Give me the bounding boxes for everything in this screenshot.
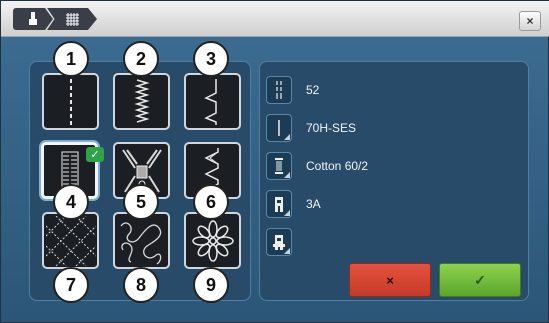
needle-value: 70H-SES bbox=[306, 121, 357, 135]
stitch-number-2: 2 bbox=[123, 41, 159, 77]
thread-value: Cotton 60/2 bbox=[306, 159, 369, 173]
info-row-thread: Cotton 60/2 bbox=[266, 152, 368, 180]
stitch-tile-9[interactable] bbox=[184, 212, 241, 269]
close-button[interactable]: × bbox=[519, 11, 541, 31]
needle-icon[interactable] bbox=[266, 114, 292, 142]
stitch-number-4: 4 bbox=[53, 184, 89, 220]
dialog-window: × ✓ 1 2 3 4 5 6 7 8 9 52 70H-SES Cotton … bbox=[0, 0, 549, 323]
stitch-tile-7[interactable] bbox=[42, 212, 99, 269]
stitch-number-8: 8 bbox=[123, 267, 159, 303]
stitch-number-6: 6 bbox=[193, 184, 229, 220]
blind-stitch-icon bbox=[203, 78, 217, 125]
stitch-tile-1[interactable] bbox=[42, 73, 99, 130]
info-row-presser-foot: 3A bbox=[266, 190, 321, 218]
stipple-icon bbox=[119, 221, 161, 265]
thread-spool-icon[interactable] bbox=[266, 152, 292, 180]
stitch-number-9: 9 bbox=[193, 267, 229, 303]
confirm-button[interactable]: ✓ bbox=[439, 263, 521, 297]
stitch-number-5: 5 bbox=[123, 184, 159, 220]
zigzag-stitch-icon bbox=[133, 78, 150, 123]
presser-foot-icon[interactable] bbox=[266, 190, 292, 218]
breadcrumb-grid[interactable] bbox=[47, 8, 97, 30]
straight-stitch-icon bbox=[69, 78, 72, 125]
selected-check-icon: ✓ bbox=[86, 147, 104, 162]
cancel-button[interactable]: × bbox=[349, 263, 431, 297]
stitch-number-1: 1 bbox=[53, 41, 89, 77]
stitch-length-value: 52 bbox=[306, 83, 320, 97]
flower-icon bbox=[191, 219, 234, 262]
stitch-number-3: 3 bbox=[193, 41, 229, 77]
presser-foot-alt-icon[interactable] bbox=[266, 228, 292, 256]
stitch-tile-2[interactable] bbox=[113, 73, 170, 130]
info-row-stitch-length: 52 bbox=[266, 76, 319, 104]
info-row-needle: 70H-SES bbox=[266, 114, 356, 142]
title-bar: × bbox=[1, 1, 549, 37]
grid-icon bbox=[65, 12, 79, 26]
stitch-number-7: 7 bbox=[53, 267, 89, 303]
stitch-tile-3[interactable] bbox=[184, 73, 241, 130]
quilting-grid-icon bbox=[45, 215, 96, 266]
breadcrumb-presser-foot[interactable] bbox=[13, 8, 53, 30]
stitch-length-icon bbox=[266, 76, 292, 104]
stitch-tile-8[interactable] bbox=[113, 212, 170, 269]
info-row-presser-foot-alt bbox=[266, 228, 292, 256]
presser-foot-icon bbox=[29, 12, 37, 25]
presser-foot-value: 3A bbox=[306, 197, 321, 211]
